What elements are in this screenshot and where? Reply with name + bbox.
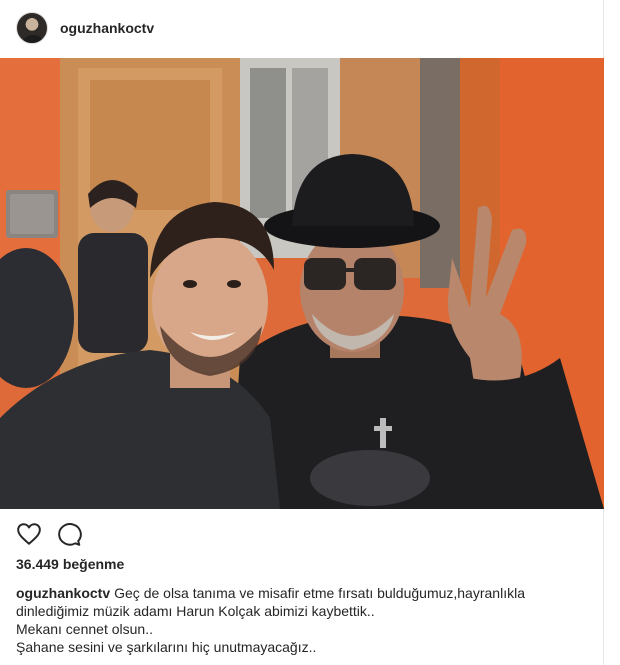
post-username[interactable]: oguzhankoctv	[60, 20, 154, 36]
post-actions	[0, 509, 604, 555]
instagram-post: oguzhankoctv 36.449 beğenme oguzhankoctv…	[0, 0, 604, 665]
heart-icon[interactable]	[16, 521, 42, 547]
post-header: oguzhankoctv	[0, 0, 604, 58]
caption-text-4: Şahane sesini ve şarkılarını hiç unutmay…	[16, 639, 317, 655]
comment-icon[interactable]	[56, 521, 82, 547]
caption-text-3: Mekanı cennet olsun..	[16, 621, 153, 637]
caption-text-1: Geç de olsa tanıma ve misafir etme fırsa…	[114, 585, 525, 601]
likes-count[interactable]: 36.449 beğenme	[16, 556, 124, 572]
avatar[interactable]	[16, 12, 48, 44]
caption-line-1: oguzhankoctv Geç de olsa tanıma ve misafi…	[16, 584, 596, 602]
caption-text-2: dinlediğimiz müzik adamı Harun Kolçak ab…	[16, 603, 375, 619]
likes-label: beğenme	[62, 556, 125, 572]
caption-username[interactable]: oguzhankoctv	[16, 585, 110, 601]
post-caption: oguzhankoctv Geç de olsa tanıma ve misafi…	[16, 584, 596, 656]
likes-number: 36.449	[16, 556, 59, 572]
photo-illustration	[0, 58, 604, 509]
post-photo[interactable]	[0, 58, 604, 509]
